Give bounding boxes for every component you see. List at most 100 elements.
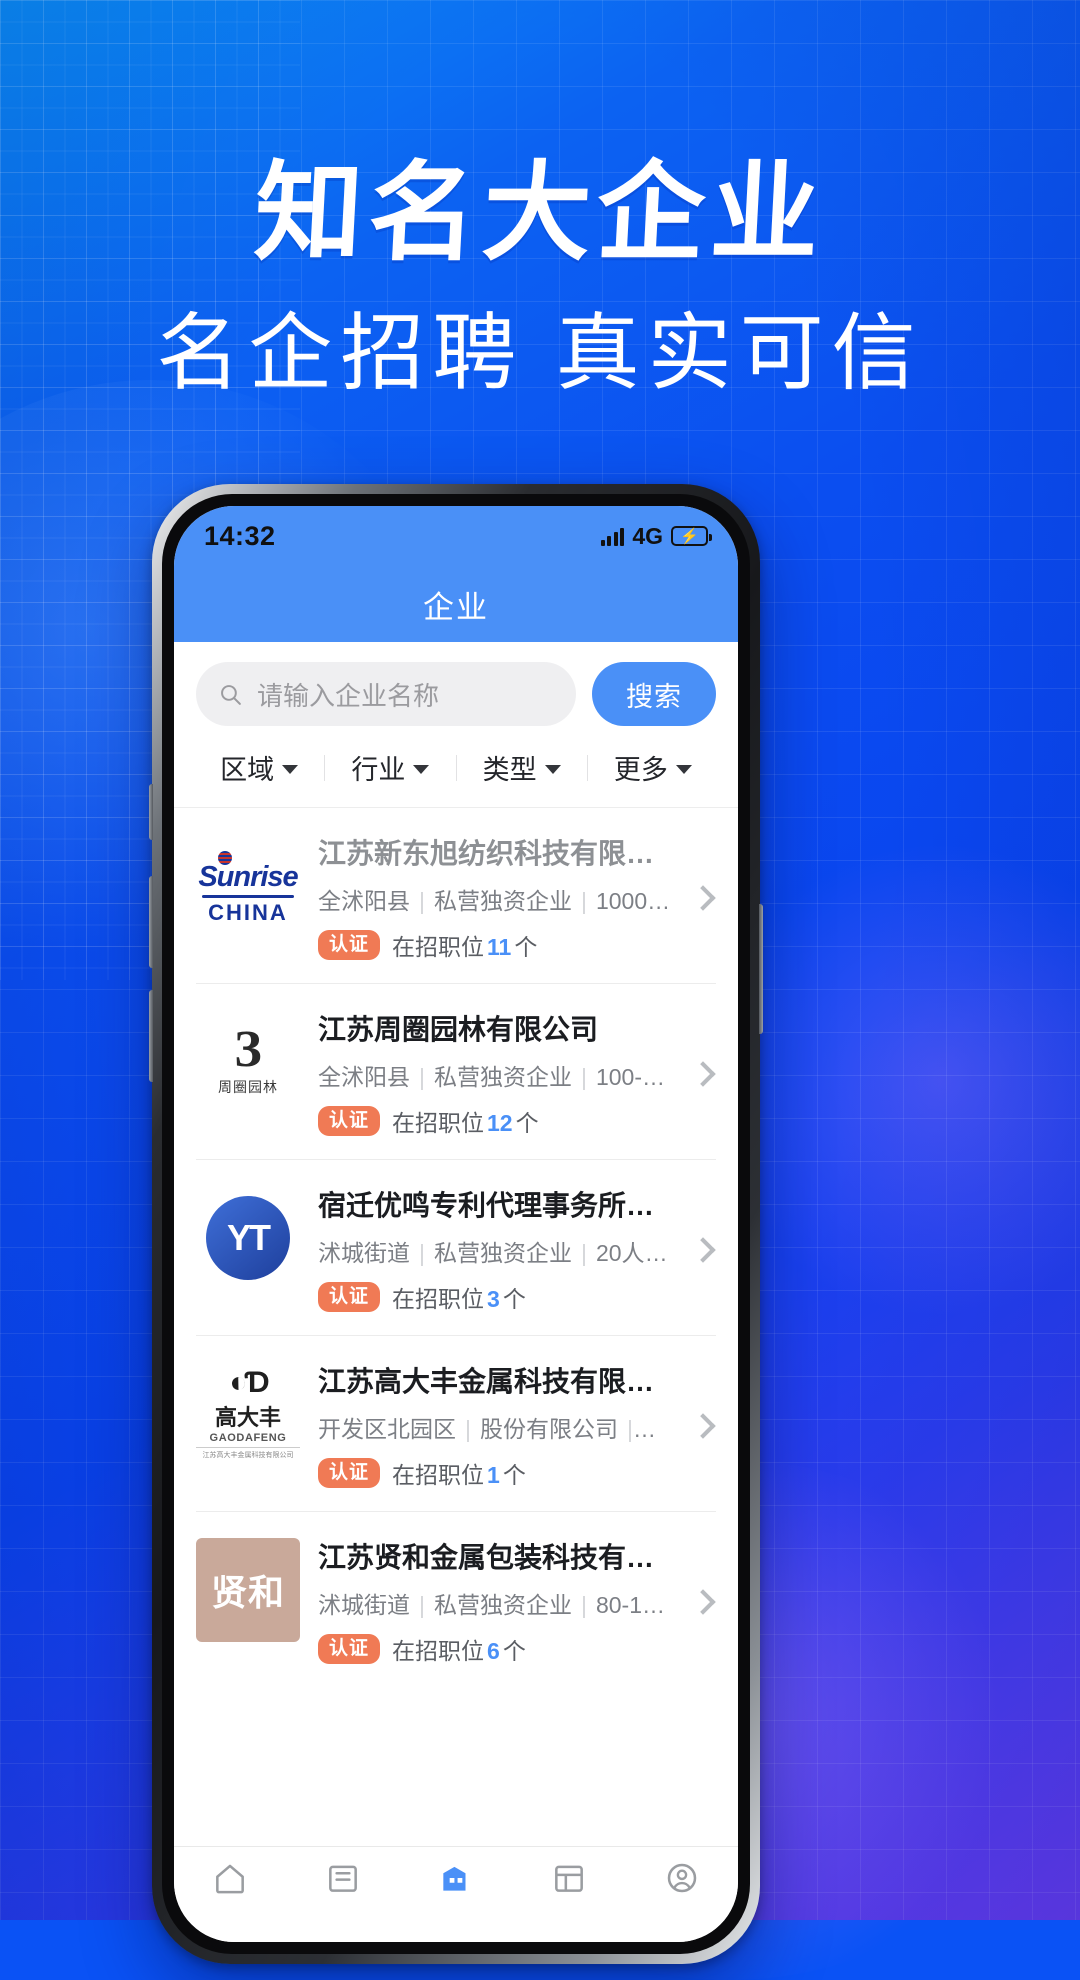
company-area: 全沭阳县: [318, 888, 410, 914]
chevron-right-icon[interactable]: [690, 885, 716, 911]
phone-mute-switch: [149, 784, 153, 840]
company-list-item[interactable]: Sunrise CHINA 江苏新东旭纺织科技有限公司 全沭阳县 | 私营独资企业 |…: [174, 808, 738, 984]
logo-text-tertiary: 江苏高大丰金属科技有限公司: [196, 1447, 300, 1460]
company-meta: 全沭阳县|私营独资企业|1000-9999人: [318, 882, 672, 916]
jobs-prefix: 在招职位: [392, 1286, 485, 1312]
company-name: 宿迁优鸣专利代理事务所（普通...: [318, 1190, 672, 1221]
filter-bar: 区域 行业 类型 更多: [174, 740, 738, 808]
filter-industry[interactable]: 行业: [325, 748, 455, 787]
jobs-count: 12: [487, 1110, 513, 1136]
company-list: Sunrise CHINA 江苏新东旭纺织科技有限公司 全沭阳县 | 私营独资企业 |…: [174, 808, 738, 1688]
company-type: 私营独资企业: [433, 1592, 572, 1618]
status-bar: 14:32 4G ⚡: [174, 506, 738, 566]
phone-screen: 14:32 4G ⚡ 企业 请输入企业名称 搜索 区域 行业 类型 更多 Sun…: [174, 506, 738, 1942]
chevron-right-icon[interactable]: [690, 1589, 716, 1615]
profile-icon: [667, 1863, 696, 1893]
filter-region[interactable]: 区域: [194, 748, 324, 787]
zhouquan-garden-logo: З 周圈园林: [196, 1010, 300, 1114]
filter-type-label: 类型: [482, 755, 537, 785]
filter-industry-label: 行业: [351, 755, 406, 785]
jobs-prefix: 在招职位: [392, 1462, 485, 1488]
status-time: 14:32: [204, 520, 276, 551]
poster-headline-block: 知名大企业 名企招聘 真实可信: [0, 152, 1080, 400]
filter-region-label: 区域: [220, 755, 275, 785]
tab-news[interactable]: [512, 1859, 625, 1897]
jobs-suffix: 个: [502, 1638, 526, 1664]
signal-bars-icon: [600, 527, 625, 546]
chevron-right-icon[interactable]: [690, 1413, 716, 1439]
company-name: 江苏新东旭纺织科技有限公司: [318, 838, 672, 869]
nav-bar: 企业: [174, 566, 738, 642]
filter-type[interactable]: 类型: [457, 748, 587, 787]
jobs-suffix: 个: [502, 1462, 526, 1488]
company-type: 股份有限公司: [479, 1416, 618, 1442]
company-area: 沭城街道: [318, 1592, 410, 1618]
briefcase-icon: [329, 1865, 358, 1892]
filter-more[interactable]: 更多: [588, 748, 718, 787]
logo-text-primary: Sunrise: [198, 860, 298, 893]
logo-text-primary: 贤和: [196, 1538, 300, 1642]
company-jobs: 在招职位 3 个: [392, 1280, 526, 1314]
company-name: 江苏周圈园林有限公司: [318, 1014, 599, 1045]
company-area: 全沭阳县: [318, 1064, 410, 1090]
jobs-prefix: 在招职位: [392, 1110, 485, 1136]
status-badge: 认证: [318, 1458, 381, 1488]
logo-text-secondary: 周圈园林: [218, 1079, 278, 1096]
company-size: 100-499人: [595, 1064, 672, 1090]
phone-volume-down-button: [149, 990, 153, 1082]
tab-profile[interactable]: [625, 1859, 738, 1897]
company-list-item[interactable]: З 周圈园林 江苏周圈园林有限公司 全沭阳县|私营独资企业|100-499人 认…: [174, 984, 738, 1160]
tab-company[interactable]: [400, 1859, 513, 1897]
phone-power-button: [759, 904, 763, 1034]
status-indicators: 4G ⚡: [600, 522, 712, 550]
company-jobs: 在招职位 11 个: [392, 928, 537, 962]
xianhe-logo: 贤和: [196, 1538, 300, 1642]
company-size: 80-120人: [595, 1592, 672, 1618]
chevron-right-icon[interactable]: [690, 1237, 716, 1263]
search-input[interactable]: 请输入企业名称: [196, 662, 576, 726]
company-list-item[interactable]: YT 宿迁优鸣专利代理事务所（普通... 沭城街道|私营独资企业|20人以下人 …: [174, 1160, 738, 1336]
company-meta: 全沭阳县|私营独资企业|100-499人: [318, 1058, 672, 1092]
company-icon: [443, 1866, 466, 1891]
jobs-suffix: 个: [502, 1286, 526, 1312]
jobs-suffix: 个: [514, 934, 538, 960]
jobs-prefix: 在招职位: [392, 1638, 485, 1664]
chevron-right-icon[interactable]: [690, 1061, 716, 1087]
company-area: 开发区北园区: [318, 1416, 456, 1442]
phone-mockup: 14:32 4G ⚡ 企业 请输入企业名称 搜索 区域 行业 类型 更多 Sun…: [149, 484, 763, 1964]
search-row: 请输入企业名称 搜索: [174, 642, 738, 740]
filter-more-label: 更多: [613, 755, 668, 785]
poster-headline: 知名大企业: [251, 152, 829, 273]
logo-text-secondary: CHINA: [208, 899, 288, 925]
company-list-item[interactable]: ◐Ɗ 高大丰 GAODAFENG 江苏高大丰金属科技有限公司 江苏高大丰金属科技…: [174, 1336, 738, 1512]
tab-jobs[interactable]: [287, 1859, 400, 1897]
company-jobs: 在招职位 1 个: [392, 1456, 526, 1490]
company-size: 1000-9999人: [595, 888, 672, 914]
logo-text-secondary: GAODAFENG: [209, 1432, 287, 1444]
poster-subheadline: 名企招聘 真实可信: [156, 305, 924, 400]
company-list-item[interactable]: 贤和 江苏贤和金属包装科技有限公司 沭城街道|私营独资企业|80-120人 认证…: [174, 1512, 738, 1688]
youming-patent-logo: YT: [196, 1186, 300, 1290]
page-title: 企业: [423, 589, 489, 625]
chevron-down-icon: [544, 765, 561, 774]
logo-text-primary: 高大丰: [214, 1405, 281, 1430]
search-icon: [221, 684, 241, 705]
sunrise-china-logo: Sunrise CHINA: [196, 834, 300, 938]
bottom-tab-bar: [174, 1846, 738, 1942]
network-type-label: 4G: [632, 522, 663, 549]
jobs-count: 1: [487, 1462, 500, 1488]
status-badge: 认证: [318, 1282, 381, 1312]
search-button[interactable]: 搜索: [592, 662, 716, 726]
home-icon: [216, 1864, 245, 1894]
company-name: 江苏高大丰金属科技有限公司: [318, 1366, 672, 1397]
company-type: 私营独资企业: [433, 1240, 572, 1266]
logo-text-primary: YT: [206, 1196, 290, 1280]
logo-text-primary: З: [234, 1020, 262, 1078]
company-jobs: 在招职位 12 个: [392, 1104, 539, 1138]
status-badge: 认证: [318, 1634, 381, 1664]
tab-home[interactable]: [174, 1859, 287, 1897]
company-meta: 沭城街道|私营独资企业|80-120人: [318, 1586, 672, 1620]
gaodafeng-logo: ◐Ɗ 高大丰 GAODAFENG 江苏高大丰金属科技有限公司: [196, 1362, 300, 1466]
news-icon: [554, 1865, 583, 1892]
company-type: 私营独资企业: [433, 888, 572, 914]
